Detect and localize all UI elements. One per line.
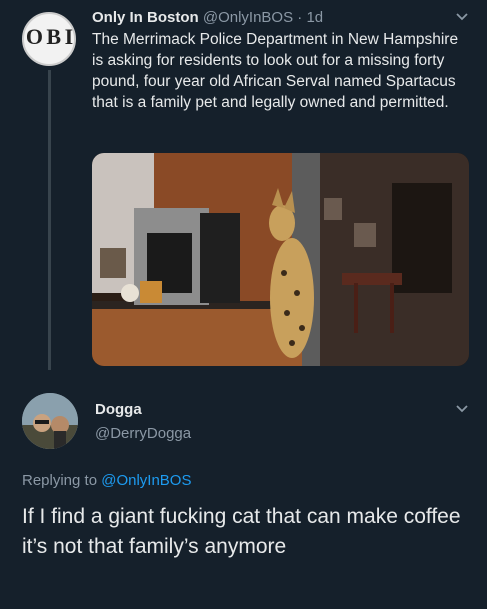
user-handle[interactable]: @OnlyInBOS bbox=[203, 9, 293, 26]
mention-link[interactable]: @OnlyInBOS bbox=[101, 472, 191, 489]
tweet-photo[interactable] bbox=[92, 153, 469, 366]
tweet-header: Only In Boston @OnlyInBOS · 1d bbox=[92, 8, 323, 28]
avatar[interactable]: O B I bbox=[22, 12, 76, 66]
display-name[interactable]: Only In Boston bbox=[92, 9, 199, 26]
tweet-text: If I find a giant fucking cat that can m… bbox=[22, 505, 461, 558]
tweet-text: The Merrimack Police Department in New H… bbox=[92, 31, 459, 111]
chevron-down-icon[interactable] bbox=[455, 10, 469, 24]
serval-kitchen-image bbox=[92, 153, 469, 366]
thread-line bbox=[48, 70, 51, 370]
user-handle[interactable]: @DerryDogga bbox=[95, 425, 191, 442]
avatar-logo: O B I bbox=[25, 24, 73, 49]
replying-to: Replying to @OnlyInBOS bbox=[22, 472, 191, 489]
avatar[interactable] bbox=[22, 393, 78, 449]
separator: · bbox=[297, 9, 303, 26]
avatar-photo bbox=[22, 393, 78, 449]
timestamp[interactable]: 1d bbox=[306, 9, 323, 26]
tweet-reply[interactable]: Dogga @DerryDogga Replying to @OnlyInBOS… bbox=[0, 385, 487, 609]
replying-prefix: Replying to bbox=[22, 472, 98, 489]
tweet-original[interactable]: O B I Only In Boston @OnlyInBOS · 1d The… bbox=[0, 0, 487, 380]
chevron-down-icon[interactable] bbox=[455, 402, 469, 416]
display-name[interactable]: Dogga bbox=[95, 401, 142, 418]
